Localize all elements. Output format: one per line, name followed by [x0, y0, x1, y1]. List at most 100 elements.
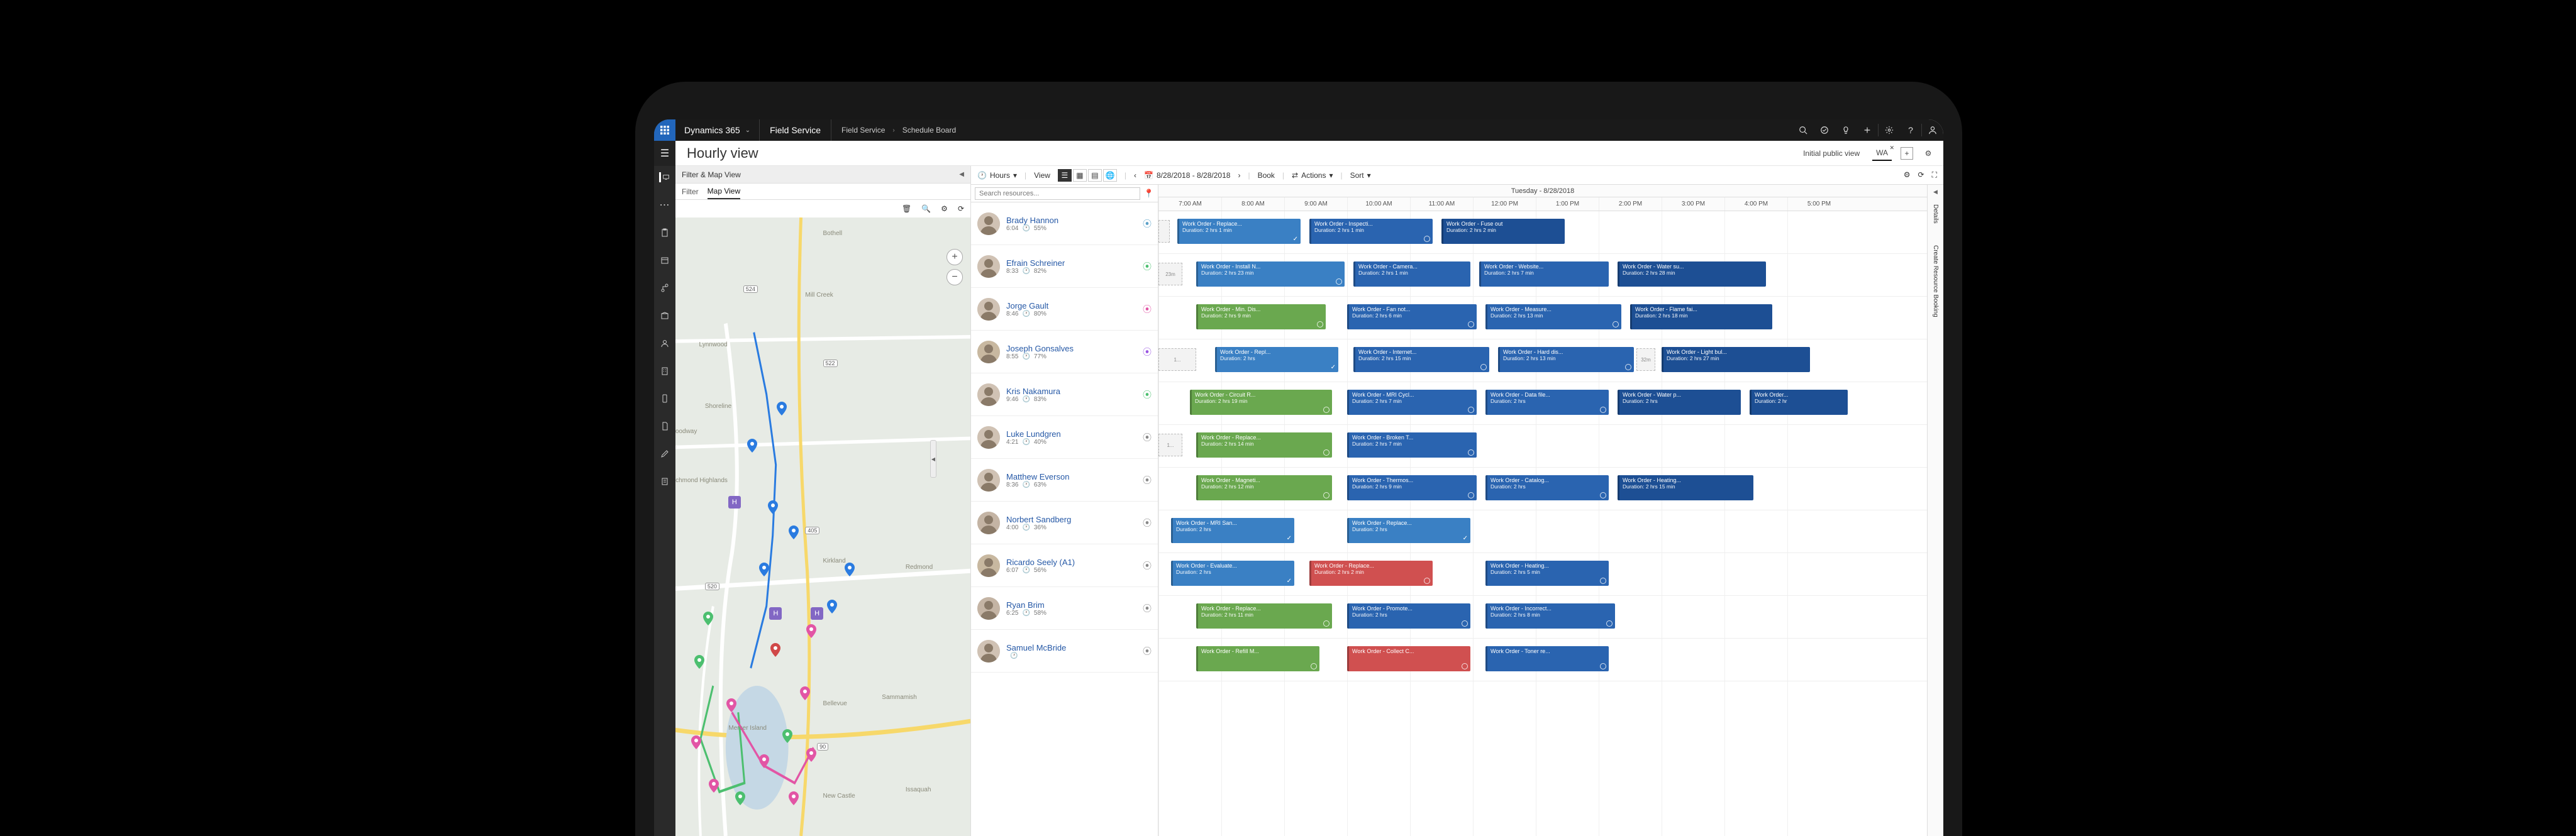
work-order-block[interactable]: Work Order - Camera...Duration: 2 hrs 1 …	[1353, 261, 1470, 287]
map-pin[interactable]	[789, 791, 799, 805]
resource-row[interactable]: Ricardo Seely (A1) 6:07🕐56% ⦿	[971, 544, 1158, 587]
work-order-block[interactable]: Work Order - Heating...Duration: 2 hrs 5…	[1485, 561, 1609, 586]
view-tab[interactable]: Initial public view	[1799, 146, 1863, 160]
location-pin-icon[interactable]: 📍	[1144, 189, 1154, 199]
crumb-item[interactable]: Schedule Board	[902, 126, 956, 135]
task-icon[interactable]	[1814, 126, 1835, 135]
schedule-lane[interactable]: Work Order - Min. Dis...Duration: 2 hrs …	[1158, 297, 1927, 339]
nav-file-icon[interactable]	[660, 421, 670, 431]
close-icon[interactable]: ✕	[1889, 145, 1894, 151]
work-order-block[interactable]: Work Order - Magneti...Duration: 2 hrs 1…	[1196, 475, 1332, 500]
map-pin[interactable]	[777, 402, 787, 415]
poi-icon[interactable]: H	[769, 607, 782, 620]
map-pin[interactable]	[768, 500, 778, 514]
map-pin[interactable]	[789, 525, 799, 539]
schedule-lane[interactable]: Work Order - MRI San...Duration: 2 hrs✓ W…	[1158, 510, 1927, 553]
resource-row[interactable]: Joseph Gonsalves 8:55🕐77% ⦿	[971, 331, 1158, 373]
schedule-lane[interactable]: 1...Work Order - Replace...Duration: 2 h…	[1158, 425, 1927, 468]
schedule-lane[interactable]: 23mWork Order - Install N...Duration: 2 …	[1158, 254, 1927, 297]
next-day-button[interactable]: ›	[1238, 171, 1240, 180]
nav-building-icon[interactable]	[660, 366, 670, 376]
work-order-block[interactable]: Work Order - Replace...Duration: 2 hrs 2…	[1309, 561, 1433, 586]
work-order-block[interactable]: Work Order - MRI San...Duration: 2 hrs✓	[1171, 518, 1294, 543]
schedule-lane[interactable]: Work Order - Replace...Duration: 2 hrs 1…	[1158, 211, 1927, 254]
date-picker[interactable]: 📅 8/28/2018 - 8/28/2018	[1144, 171, 1230, 180]
work-order-block[interactable]: Work Order - Fan not...Duration: 2 hrs 6…	[1347, 304, 1477, 329]
resource-row[interactable]: Ryan Brim 6:25🕐58% ⦿	[971, 587, 1158, 630]
map-pin[interactable]	[703, 612, 713, 625]
resource-row[interactable]: Norbert Sandberg 4:00🕐36% ⦿	[971, 502, 1158, 544]
nav-user-icon[interactable]	[660, 338, 670, 348]
resource-row[interactable]: Kris Nakamura 9:46🕐83% ⦿	[971, 373, 1158, 416]
map-pin[interactable]	[694, 655, 704, 669]
work-order-block[interactable]: Work Order - Broken T...Duration: 2 hrs …	[1347, 432, 1477, 458]
collapse-left-icon[interactable]: ◀	[959, 171, 964, 178]
map-pin[interactable]	[827, 600, 837, 613]
tab-map-view[interactable]: Map View	[708, 184, 740, 199]
brand-dropdown[interactable]: Dynamics 365 ⌄	[675, 119, 759, 141]
help-icon[interactable]: ?	[1900, 125, 1921, 135]
work-order-block[interactable]: Work Order - Promote...Duration: 2 hrs	[1347, 603, 1470, 629]
work-order-block[interactable]: Work Order - Replace...Duration: 2 hrs 1…	[1177, 219, 1301, 244]
board-gear-icon[interactable]: ⚙	[1904, 170, 1911, 180]
schedule-lane[interactable]: Work Order - Refill M... Work Order - Col…	[1158, 639, 1927, 681]
schedule-lane[interactable]: Work Order - Replace...Duration: 2 hrs 1…	[1158, 596, 1927, 639]
work-order-block[interactable]: Work Order - Internet...Duration: 2 hrs …	[1353, 347, 1489, 372]
map-pin[interactable]	[806, 624, 816, 638]
hamburger-button[interactable]: ☰	[654, 141, 675, 166]
book-button[interactable]: Book	[1258, 171, 1275, 180]
resource-row[interactable]: Luke Lundgren 4:21🕐40% ⦿	[971, 416, 1158, 459]
work-order-block[interactable]: Work Order - Circuit R...Duration: 2 hrs…	[1190, 390, 1332, 415]
work-order-block[interactable]: Work Order - Water p...Duration: 2 hrs	[1618, 390, 1741, 415]
work-order-block[interactable]: Work Order - Inspecti...Duration: 2 hrs …	[1309, 219, 1433, 244]
nav-ellipsis-icon[interactable]: ⋯	[660, 200, 670, 210]
map[interactable]: Grayscale Bothell Mill Creek	[675, 217, 970, 836]
work-order-block[interactable]: Work Order - Replace...Duration: 2 hrs✓	[1347, 518, 1470, 543]
gear-icon[interactable]	[1879, 126, 1900, 135]
settings-button[interactable]: ⚙	[1922, 147, 1935, 160]
map-pin[interactable]	[747, 439, 757, 453]
work-order-block[interactable]: Work Order - Evaluate...Duration: 2 hrs✓	[1171, 561, 1294, 586]
view-list-icon[interactable]: ☰	[1058, 169, 1072, 182]
schedule-lane[interactable]: Work Order - Circuit R...Duration: 2 hrs…	[1158, 382, 1927, 425]
nav-phone-icon[interactable]	[660, 393, 670, 404]
work-order-block[interactable]: Work Order - Heating...Duration: 2 hrs 1…	[1618, 475, 1753, 500]
zoom-in-button[interactable]: +	[947, 249, 963, 265]
work-order-block[interactable]: Work Order - Repl...Duration: 2 hrs✓	[1215, 347, 1338, 372]
work-order-block[interactable]: Work Order - Toner re...	[1485, 646, 1609, 671]
app-name[interactable]: Field Service	[760, 119, 831, 141]
crumb-item[interactable]: Field Service	[841, 126, 885, 135]
map-pin[interactable]	[800, 686, 810, 700]
work-order-block[interactable]: Work Order - Thermos...Duration: 2 hrs 9…	[1347, 475, 1477, 500]
map-pin[interactable]	[759, 754, 769, 768]
work-order-block[interactable]: Work Order - Catalog...Duration: 2 hrs	[1485, 475, 1609, 500]
resource-row[interactable]: Jorge Gault 8:46🕐80% ⦿	[971, 288, 1158, 331]
work-order-block[interactable]: Work Order - Refill M...	[1196, 646, 1319, 671]
panel-collapse-handle[interactable]: ◀	[930, 440, 936, 478]
work-order-block[interactable]: Work Order - Min. Dis...Duration: 2 hrs …	[1196, 304, 1326, 329]
zoom-out-button[interactable]: −	[947, 269, 963, 285]
search-input[interactable]	[975, 187, 1140, 200]
poi-icon[interactable]: H	[811, 607, 823, 620]
schedule-lane[interactable]: Work Order - Magneti...Duration: 2 hrs 1…	[1158, 468, 1927, 510]
view-compact-icon[interactable]: ▤	[1088, 169, 1102, 182]
resource-row[interactable]: Samuel McBride 🕐 ⦿	[971, 630, 1158, 673]
app-launcher-button[interactable]	[654, 119, 675, 141]
map-pin[interactable]	[735, 791, 745, 805]
map-pin[interactable]	[782, 729, 792, 743]
map-pin[interactable]	[726, 698, 736, 712]
search-icon[interactable]	[1792, 126, 1814, 135]
refresh-icon[interactable]: ⟳	[958, 204, 964, 213]
nav-route-icon[interactable]	[660, 283, 670, 293]
work-order-block[interactable]: Work Order - Flame fai...Duration: 2 hrs…	[1630, 304, 1772, 329]
add-tab-button[interactable]: +	[1901, 147, 1913, 160]
resource-row[interactable]: Efrain Schreiner 8:33🕐82% ⦿	[971, 245, 1158, 288]
nav-doc-icon[interactable]	[660, 476, 670, 487]
work-order-block[interactable]: Work Order - Replace...Duration: 2 hrs 1…	[1196, 432, 1332, 458]
map-pin[interactable]	[709, 779, 719, 793]
work-order-block[interactable]: Work Order - Water su...Duration: 2 hrs …	[1618, 261, 1766, 287]
schedule-lane[interactable]: 1...Work Order - Repl...Duration: 2 hrs✓…	[1158, 339, 1927, 382]
work-order-block[interactable]: Work Order - Collect C...	[1347, 646, 1470, 671]
nav-clipboard-icon[interactable]	[660, 228, 670, 238]
actions-dropdown[interactable]: ⇄ Actions ▾	[1292, 171, 1333, 180]
